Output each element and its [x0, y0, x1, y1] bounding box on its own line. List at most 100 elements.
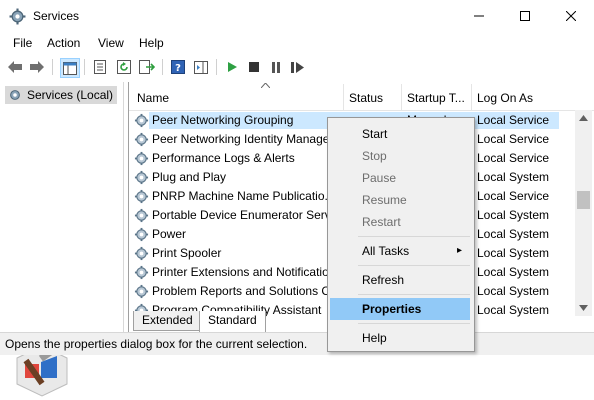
- minimize-icon: [474, 15, 484, 17]
- pause-service-button[interactable]: [267, 58, 285, 76]
- status-bar: Opens the properties dialog box for the …: [0, 332, 594, 355]
- show-hide-action-pane-icon: [194, 60, 208, 74]
- back-icon: [8, 61, 22, 73]
- sort-ascending-icon: [261, 83, 270, 88]
- context-menu-properties[interactable]: Properties: [330, 298, 470, 320]
- stop-service-button[interactable]: [245, 58, 263, 76]
- console-tree-icon: [63, 61, 77, 75]
- close-button[interactable]: [548, 0, 594, 32]
- scroll-up-icon[interactable]: [579, 115, 588, 121]
- service-gear-icon: [134, 113, 149, 128]
- start-service-button[interactable]: [223, 58, 241, 76]
- cell-log-on-as: Local Service: [477, 189, 550, 203]
- cell-log-on-as: Local Service: [477, 113, 550, 127]
- context-menu-resume: Resume: [330, 189, 470, 211]
- window-title: Services: [33, 9, 80, 23]
- service-gear-icon: [134, 132, 149, 147]
- context-menu-pause: Pause: [330, 167, 470, 189]
- context-menu-restart: Restart: [330, 211, 470, 233]
- column-header-name[interactable]: Name: [137, 91, 169, 105]
- close-icon: [566, 11, 576, 21]
- show-hide-console-tree-button[interactable]: [60, 58, 80, 78]
- context-menu-refresh[interactable]: Refresh: [330, 269, 470, 291]
- restart-service-button[interactable]: [289, 58, 307, 76]
- column-header-startup-type[interactable]: Startup T...: [407, 91, 465, 105]
- cell-log-on-as: Local System: [477, 208, 550, 222]
- context-menu-help[interactable]: Help: [330, 327, 470, 349]
- properties-icon: [94, 60, 106, 74]
- column-divider[interactable]: [471, 84, 472, 110]
- service-gear-icon: [134, 208, 149, 223]
- cell-name: Portable Device Enumerator Servi: [152, 208, 334, 222]
- menu-item-label: Start: [362, 127, 388, 141]
- context-menu-stop: Stop: [330, 145, 470, 167]
- scroll-thumb[interactable]: [577, 191, 590, 209]
- cell-name: Peer Networking Identity Manage: [152, 132, 330, 146]
- menu-separator: [358, 323, 470, 324]
- cell-log-on-as: Local System: [477, 284, 550, 298]
- context-menu-start[interactable]: Start: [330, 123, 470, 145]
- menu-item-label: Restart: [362, 215, 401, 229]
- status-text: Opens the properties dialog box for the …: [5, 337, 308, 351]
- export-list-button[interactable]: [138, 58, 156, 76]
- cell-name: Peer Networking Grouping: [152, 113, 294, 127]
- forward-button[interactable]: [28, 58, 46, 76]
- context-menu: Start Stop Pause Resume Restart All Task…: [327, 117, 475, 352]
- play-icon: [228, 62, 237, 72]
- refresh-icon: [117, 60, 131, 74]
- service-gear-icon: [134, 284, 149, 299]
- context-menu-all-tasks[interactable]: All Tasks ▸: [330, 240, 470, 262]
- tab-standard[interactable]: Standard: [199, 311, 266, 333]
- pause-icon: [272, 61, 280, 73]
- cell-name: Power: [152, 227, 187, 241]
- maximize-icon: [520, 11, 530, 21]
- service-gear-icon: [134, 246, 149, 261]
- menu-item-label: Pause: [362, 171, 397, 185]
- submenu-arrow-icon: ▸: [456, 245, 462, 256]
- properties-button[interactable]: [91, 58, 109, 76]
- menu-item-label: Help: [362, 331, 387, 345]
- cell-name: Performance Logs & Alerts: [152, 151, 295, 165]
- tree-item-services-local[interactable]: Services (Local): [5, 86, 117, 104]
- back-button[interactable]: [6, 58, 24, 76]
- help-button[interactable]: ?: [169, 58, 187, 76]
- menu-file[interactable]: File: [13, 36, 32, 50]
- column-header-log-on-as[interactable]: Log On As: [477, 91, 533, 105]
- menu-help[interactable]: Help: [139, 36, 164, 50]
- menu-separator: [358, 236, 470, 237]
- toolbar-separator: [216, 59, 217, 75]
- forward-icon: [30, 61, 44, 73]
- minimize-button[interactable]: [456, 0, 502, 32]
- stop-icon: [249, 62, 259, 72]
- maximize-button[interactable]: [502, 0, 548, 32]
- svg-text:?: ?: [175, 63, 181, 74]
- console-tree: Services (Local): [3, 82, 124, 397]
- cell-log-on-as: Local System: [477, 246, 550, 260]
- cell-log-on-as: Local System: [477, 265, 550, 279]
- service-gear-icon: [134, 265, 149, 280]
- service-gear-icon: [134, 227, 149, 242]
- menu-item-label: Resume: [362, 193, 407, 207]
- cell-name: Printer Extensions and Notificatio: [152, 265, 329, 279]
- menu-item-label: All Tasks: [362, 244, 410, 258]
- vertical-scrollbar[interactable]: [575, 110, 592, 316]
- column-header-status[interactable]: Status: [349, 91, 383, 105]
- menu-item-label: Stop: [362, 149, 387, 163]
- cell-log-on-as: Local System: [477, 170, 550, 184]
- toolbar-separator: [52, 59, 53, 75]
- help-icon: ?: [171, 60, 185, 74]
- column-divider[interactable]: [401, 84, 402, 110]
- refresh-button[interactable]: [115, 58, 133, 76]
- menu-bar: File Action View Help: [0, 33, 594, 53]
- menu-action[interactable]: Action: [47, 36, 80, 50]
- show-hide-action-pane-button[interactable]: [192, 58, 210, 76]
- cell-name: PNRP Machine Name Publicatio.: [152, 189, 328, 203]
- column-divider[interactable]: [343, 84, 344, 110]
- tab-extended[interactable]: Extended: [133, 311, 202, 331]
- service-gear-icon: [134, 189, 149, 204]
- list-header: Name Status Startup T... Log On As: [129, 82, 594, 111]
- menu-separator: [358, 265, 470, 266]
- cell-log-on-as: Local Service: [477, 151, 550, 165]
- title-bar: Services: [0, 0, 594, 32]
- menu-view[interactable]: View: [98, 36, 124, 50]
